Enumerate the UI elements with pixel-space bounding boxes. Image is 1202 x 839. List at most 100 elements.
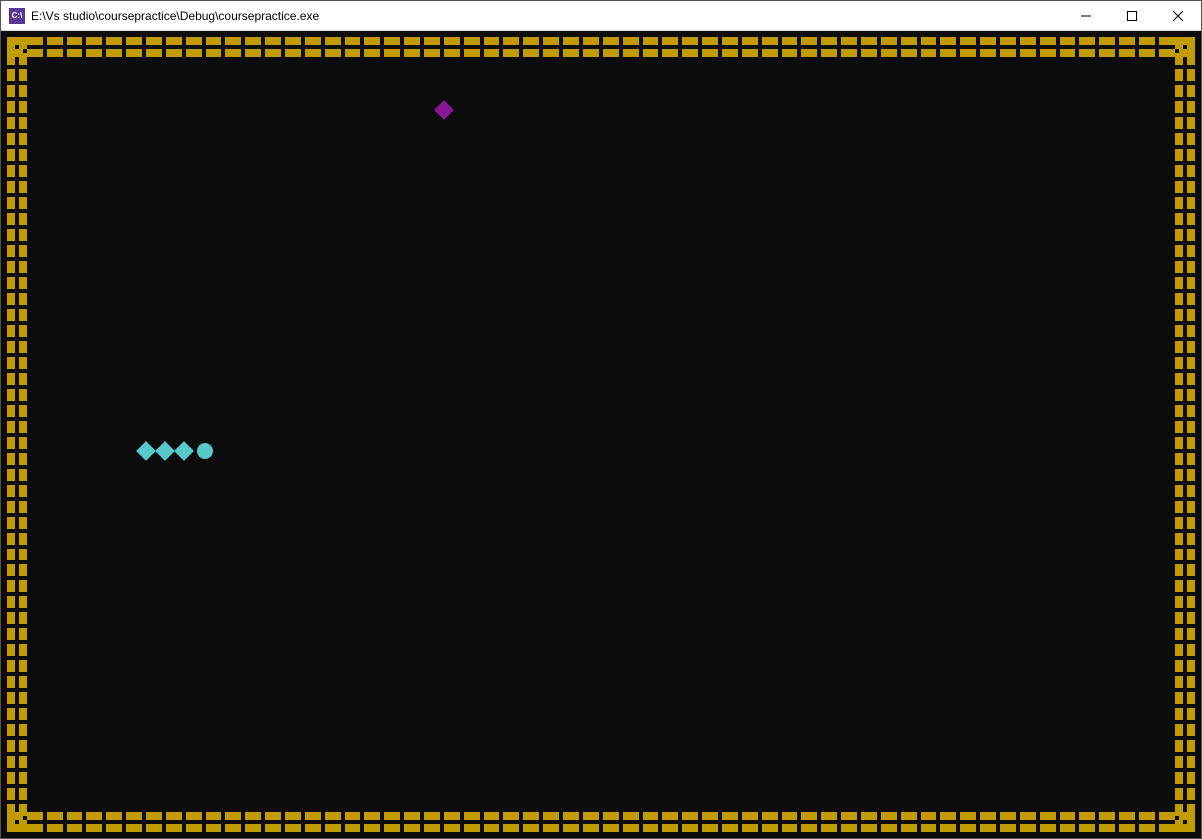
wall-brick: [1187, 341, 1195, 353]
wall-brick: [444, 824, 460, 832]
title-bar[interactable]: C:\ E:\Vs studio\coursepractice\Debug\co…: [1, 1, 1201, 31]
wall-brick: [7, 37, 15, 49]
wall-brick: [1175, 708, 1183, 720]
game-canvas[interactable]: [1, 31, 1201, 838]
wall-brick: [225, 812, 241, 820]
wall-brick: [206, 37, 222, 45]
wall-brick: [384, 49, 400, 57]
wall-brick: [19, 421, 27, 433]
wall-brick: [1175, 245, 1183, 257]
wall-brick: [583, 812, 599, 820]
wall-brick: [940, 824, 956, 832]
wall-brick: [206, 824, 222, 832]
wall-brick: [1175, 453, 1183, 465]
wall-top-inner: [7, 49, 1195, 57]
wall-brick: [19, 373, 27, 385]
wall-brick: [662, 812, 678, 820]
wall-brick: [1119, 812, 1135, 820]
wall-brick: [186, 812, 202, 820]
wall-brick: [47, 37, 63, 45]
wall-brick: [901, 812, 917, 820]
wall-brick: [166, 824, 182, 832]
wall-brick: [1119, 49, 1135, 57]
wall-brick: [27, 824, 43, 832]
wall-brick: [583, 37, 599, 45]
wall-brick: [1079, 812, 1095, 820]
wall-brick: [1099, 812, 1115, 820]
wall-brick: [67, 37, 83, 45]
wall-brick: [404, 812, 420, 820]
wall-brick: [245, 824, 261, 832]
wall-brick: [19, 708, 27, 720]
wall-brick: [166, 49, 182, 57]
wall-brick: [1175, 596, 1183, 608]
minimize-button[interactable]: [1063, 1, 1109, 30]
wall-brick: [285, 37, 301, 45]
wall-brick: [1175, 692, 1183, 704]
wall-brick: [444, 37, 460, 45]
wall-brick: [166, 812, 182, 820]
game-area: [1, 31, 1201, 838]
wall-brick: [19, 149, 27, 161]
wall-brick: [7, 517, 15, 529]
wall-brick: [583, 49, 599, 57]
app-window: C:\ E:\Vs studio\coursepractice\Debug\co…: [0, 0, 1202, 839]
maximize-button[interactable]: [1109, 1, 1155, 30]
wall-brick: [7, 357, 15, 369]
wall-brick: [106, 49, 122, 57]
wall-brick: [881, 812, 897, 820]
wall-brick: [19, 389, 27, 401]
wall-brick: [1187, 549, 1195, 561]
wall-brick: [7, 245, 15, 257]
wall-brick: [722, 49, 738, 57]
wall-brick: [1175, 421, 1183, 433]
wall-brick: [901, 824, 917, 832]
wall-brick: [7, 740, 15, 752]
wall-brick: [1187, 469, 1195, 481]
wall-brick: [19, 37, 27, 49]
wall-right-inner: [1175, 37, 1183, 832]
wall-brick: [1079, 824, 1095, 832]
wall-brick: [523, 37, 539, 45]
wall-brick: [484, 824, 500, 832]
wall-brick: [1159, 812, 1175, 820]
wall-top-outer: [7, 37, 1195, 45]
wall-brick: [245, 49, 261, 57]
wall-brick: [1119, 824, 1135, 832]
wall-brick: [881, 49, 897, 57]
wall-brick: [1175, 660, 1183, 672]
wall-brick: [940, 812, 956, 820]
wall-brick: [126, 37, 142, 45]
wall-brick: [762, 49, 778, 57]
wall-brick: [7, 437, 15, 449]
wall-brick: [1175, 309, 1183, 321]
wall-brick: [7, 197, 15, 209]
wall-brick: [1187, 101, 1195, 113]
wall-brick: [7, 229, 15, 241]
wall-brick: [1099, 49, 1115, 57]
wall-brick: [1187, 708, 1195, 720]
wall-brick: [7, 676, 15, 688]
wall-brick: [1175, 133, 1183, 145]
wall-brick: [662, 49, 678, 57]
wall-brick: [1175, 181, 1183, 193]
window-controls: [1063, 1, 1201, 30]
close-button[interactable]: [1155, 1, 1201, 30]
wall-brick: [1175, 53, 1183, 65]
wall-brick: [206, 49, 222, 57]
wall-brick: [1187, 389, 1195, 401]
wall-brick: [563, 49, 579, 57]
wall-brick: [682, 824, 698, 832]
wall-brick: [1175, 165, 1183, 177]
wall-brick: [643, 824, 659, 832]
wall-brick: [801, 824, 817, 832]
wall-brick: [364, 37, 380, 45]
wall-brick: [861, 49, 877, 57]
wall-brick: [325, 49, 341, 57]
wall-brick: [722, 812, 738, 820]
wall-brick: [1187, 245, 1195, 257]
wall-brick: [841, 49, 857, 57]
wall-brick: [19, 293, 27, 305]
wall-brick: [19, 341, 27, 353]
wall-brick: [19, 405, 27, 417]
